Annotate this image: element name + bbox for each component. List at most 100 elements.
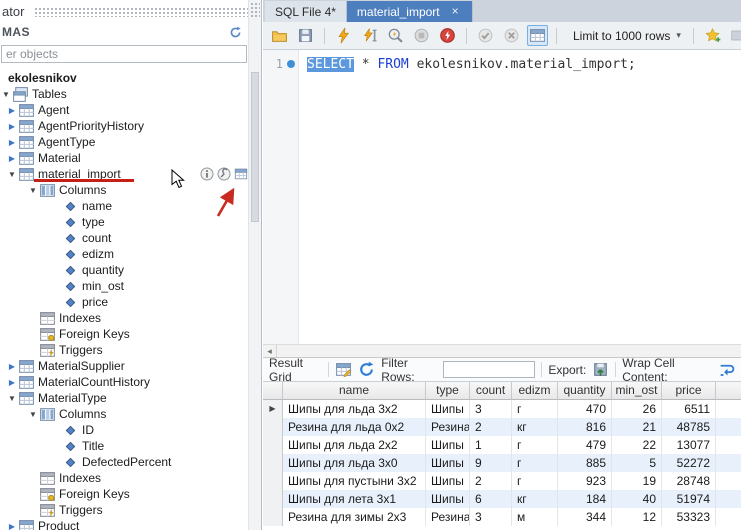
cell-name[interactable]: Резина для зимы 2x3 bbox=[283, 508, 426, 526]
cell-edizm[interactable]: кг bbox=[512, 490, 558, 508]
cell-price[interactable]: 6511 bbox=[662, 400, 716, 418]
cell-edizm[interactable]: г bbox=[512, 436, 558, 454]
tree-item-material[interactable]: ▶Material bbox=[0, 150, 248, 166]
cell-count[interactable]: 2 bbox=[470, 418, 512, 436]
tree-item-quantity[interactable]: quantity bbox=[0, 262, 248, 278]
cell-quantity[interactable]: 184 bbox=[558, 490, 612, 508]
expand-arrow-icon[interactable]: ▶ bbox=[6, 154, 18, 163]
tree-item-materialtype[interactable]: ▼MaterialType bbox=[0, 390, 248, 406]
table-row[interactable]: Шипы для льда 3x0Шипы9г885552272 bbox=[263, 454, 741, 472]
tree-item-foreign-keys[interactable]: Foreign Keys bbox=[0, 326, 248, 342]
cell-type[interactable]: Резина bbox=[426, 508, 470, 526]
cell-type[interactable]: Шипы bbox=[426, 436, 470, 454]
table-row[interactable]: ▶Шипы для льда 3x2Шипы3г470266511 bbox=[263, 400, 741, 418]
table-data-icon[interactable] bbox=[234, 167, 248, 181]
rollback-icon[interactable] bbox=[501, 25, 522, 46]
scrollbar-thumb[interactable] bbox=[251, 72, 259, 222]
wrench-icon[interactable] bbox=[217, 167, 231, 181]
expand-arrow-icon[interactable]: ▼ bbox=[6, 394, 18, 403]
execute-current-icon[interactable] bbox=[359, 25, 380, 46]
tree-item-min-ost[interactable]: min_ost bbox=[0, 278, 248, 294]
stop-on-error-icon[interactable] bbox=[437, 25, 458, 46]
cell-quantity[interactable]: 344 bbox=[558, 508, 612, 526]
save-icon[interactable] bbox=[295, 25, 316, 46]
wrap-cell-content-icon[interactable] bbox=[718, 361, 735, 378]
cell-count[interactable]: 3 bbox=[470, 400, 512, 418]
cell-min-ost[interactable]: 26 bbox=[612, 400, 662, 418]
tree-item-agent[interactable]: ▶Agent bbox=[0, 102, 248, 118]
row-selector[interactable] bbox=[263, 508, 283, 526]
expand-arrow-icon[interactable]: ▼ bbox=[27, 186, 39, 195]
tree-item-material-import[interactable]: ▼material_import bbox=[0, 166, 248, 182]
refresh-icon[interactable] bbox=[358, 361, 375, 378]
cell-name[interactable]: Шипы для льда 2x2 bbox=[283, 436, 426, 454]
cell-min-ost[interactable]: 5 bbox=[612, 454, 662, 472]
commit-icon[interactable] bbox=[475, 25, 496, 46]
cell-price[interactable]: 13077 bbox=[662, 436, 716, 454]
stop-icon[interactable] bbox=[411, 25, 432, 46]
cell-name[interactable]: Шипы для льда 3x0 bbox=[283, 454, 426, 472]
row-selector[interactable] bbox=[263, 490, 283, 508]
cell-min-ost[interactable]: 40 bbox=[612, 490, 662, 508]
cell-type[interactable]: Шипы bbox=[426, 472, 470, 490]
tree-item-title[interactable]: Title bbox=[0, 438, 248, 454]
expand-arrow-icon[interactable]: ▼ bbox=[0, 90, 12, 99]
tree-item-id[interactable]: ID bbox=[0, 422, 248, 438]
tree-item-defectedpercent[interactable]: DefectedPercent bbox=[0, 454, 248, 470]
tree-item-agenttype[interactable]: ▶AgentType bbox=[0, 134, 248, 150]
cell-name[interactable]: Шипы для льда 3x2 bbox=[283, 400, 426, 418]
cell-min-ost[interactable]: 21 bbox=[612, 418, 662, 436]
table-row[interactable]: Шипы для лета 3x1Шипы6кг1844051974 bbox=[263, 490, 741, 508]
tree-item-edizm[interactable]: edizm bbox=[0, 246, 248, 262]
row-selector[interactable] bbox=[263, 472, 283, 490]
explain-icon[interactable] bbox=[385, 25, 406, 46]
cell-name[interactable]: Резина для льда 0x2 bbox=[283, 418, 426, 436]
cell-count[interactable]: 6 bbox=[470, 490, 512, 508]
tree-item-columns[interactable]: ▼Columns bbox=[0, 406, 248, 422]
cell-quantity[interactable]: 470 bbox=[558, 400, 612, 418]
cell-price[interactable]: 51974 bbox=[662, 490, 716, 508]
cell-quantity[interactable]: 923 bbox=[558, 472, 612, 490]
export-icon[interactable] bbox=[592, 361, 609, 378]
tree-item-name[interactable]: name bbox=[0, 198, 248, 214]
cell-count[interactable]: 1 bbox=[470, 436, 512, 454]
cell-price[interactable]: 28748 bbox=[662, 472, 716, 490]
tab-material-import[interactable]: material_import× bbox=[347, 1, 473, 22]
cell-edizm[interactable]: г bbox=[512, 400, 558, 418]
cell-price[interactable]: 53323 bbox=[662, 508, 716, 526]
cell-quantity[interactable]: 885 bbox=[558, 454, 612, 472]
table-row[interactable]: Резина для зимы 2x3Резина3м3441253323 bbox=[263, 508, 741, 526]
filter-objects-input[interactable] bbox=[1, 45, 247, 63]
cell-price[interactable]: 52272 bbox=[662, 454, 716, 472]
cell-min-ost[interactable]: 12 bbox=[612, 508, 662, 526]
cell-type[interactable]: Шипы bbox=[426, 490, 470, 508]
row-selector[interactable] bbox=[263, 454, 283, 472]
cell-edizm[interactable]: кг bbox=[512, 418, 558, 436]
cell-type[interactable]: Шипы bbox=[426, 400, 470, 418]
execute-icon[interactable] bbox=[333, 25, 354, 46]
column-header-price[interactable]: price bbox=[662, 382, 716, 400]
tree-item-foreign-keys[interactable]: Foreign Keys bbox=[0, 486, 248, 502]
tree-item-price[interactable]: price bbox=[0, 294, 248, 310]
cell-edizm[interactable]: г bbox=[512, 472, 558, 490]
cell-type[interactable]: Резина bbox=[426, 418, 470, 436]
tree-item-triggers[interactable]: Triggers bbox=[0, 502, 248, 518]
cell-min-ost[interactable]: 22 bbox=[612, 436, 662, 454]
expand-arrow-icon[interactable]: ▶ bbox=[6, 362, 18, 371]
sql-editor[interactable]: 1 SELECT * FROM ekolesnikov.material_imp… bbox=[263, 50, 741, 344]
cell-edizm[interactable]: м bbox=[512, 508, 558, 526]
tree-item-type[interactable]: type bbox=[0, 214, 248, 230]
cell-count[interactable]: 3 bbox=[470, 508, 512, 526]
column-header-edizm[interactable]: edizm bbox=[512, 382, 558, 400]
cell-price[interactable]: 48785 bbox=[662, 418, 716, 436]
expand-arrow-icon[interactable]: ▶ bbox=[6, 378, 18, 387]
tree-item-indexes[interactable]: Indexes bbox=[0, 470, 248, 486]
tree-item-materialsupplier[interactable]: ▶MaterialSupplier bbox=[0, 358, 248, 374]
cell-count[interactable]: 2 bbox=[470, 472, 512, 490]
cell-quantity[interactable]: 816 bbox=[558, 418, 612, 436]
column-header-type[interactable]: type bbox=[426, 382, 470, 400]
cell-count[interactable]: 9 bbox=[470, 454, 512, 472]
table-row[interactable]: Шипы для пустыни 3x2Шипы2г9231928748 bbox=[263, 472, 741, 490]
row-selector[interactable]: ▶ bbox=[263, 400, 283, 418]
schemas-refresh-icon[interactable] bbox=[228, 25, 243, 40]
